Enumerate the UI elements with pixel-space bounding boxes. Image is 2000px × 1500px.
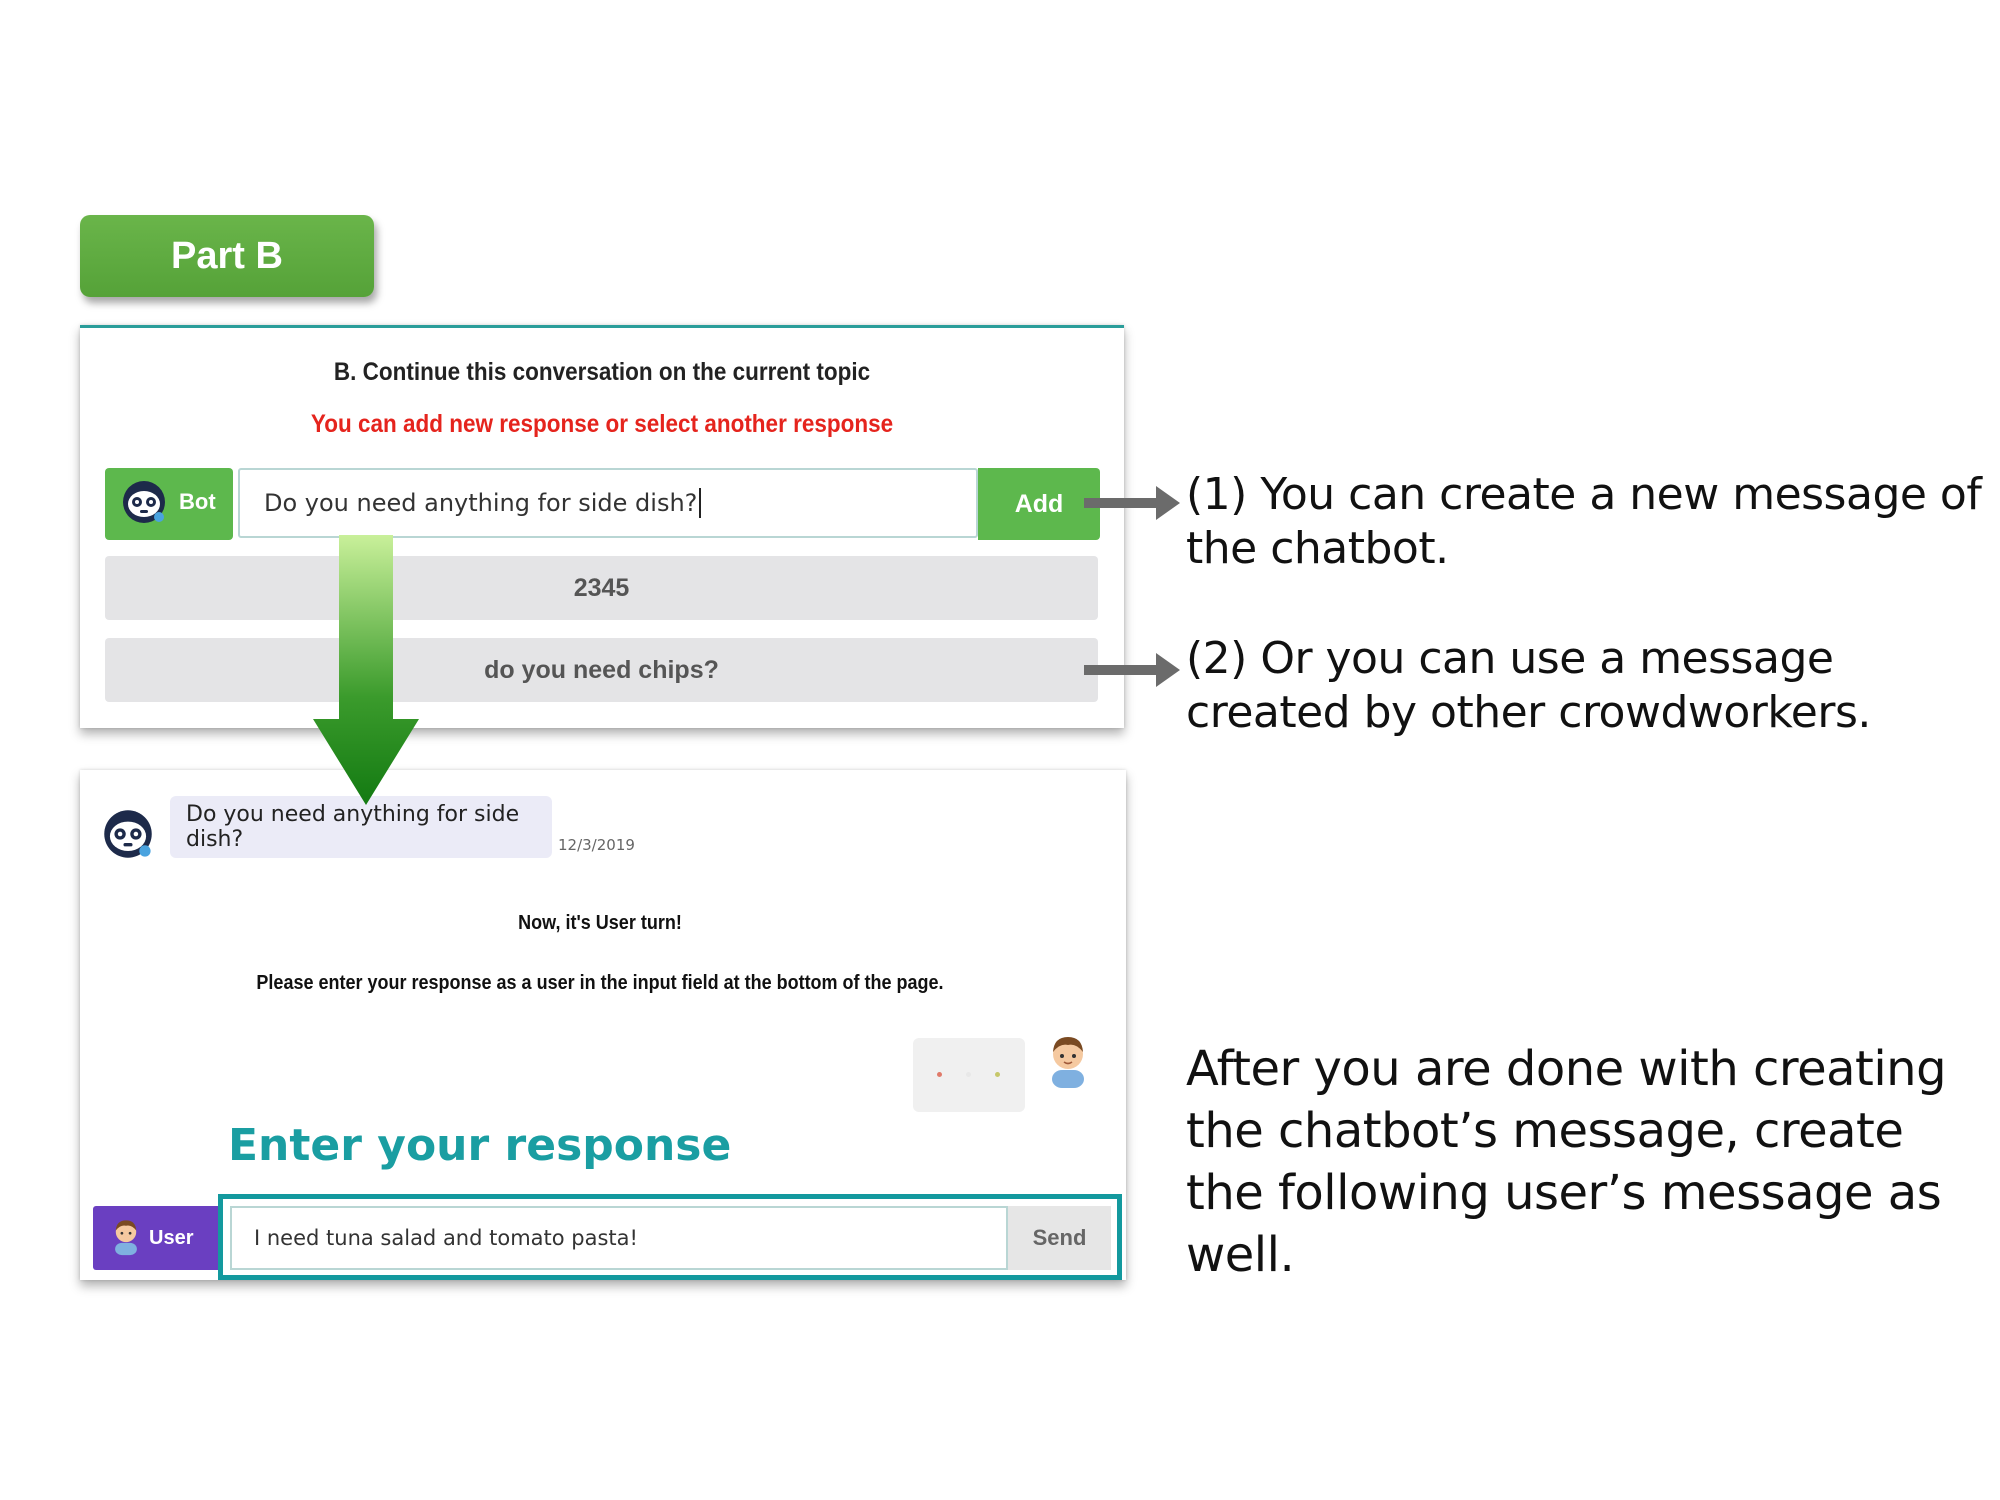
user-response-input[interactable]: I need tuna salad and tomato pasta! — [230, 1206, 1008, 1270]
response-option-2[interactable]: do you need chips? — [105, 638, 1098, 702]
response-creation-panel: B. Continue this conversation on the cur… — [80, 325, 1124, 728]
task-title: B. Continue this conversation on the cur… — [333, 358, 871, 386]
typing-dot — [995, 1072, 1000, 1077]
task-subtitle: You can add new response or select anoth… — [310, 410, 894, 438]
text-caret — [699, 488, 702, 518]
part-b-badge: Part B — [80, 215, 374, 297]
robot-face-icon — [102, 808, 154, 865]
enter-response-label: Enter your response — [228, 1120, 732, 1171]
arrow-right-icon — [1084, 653, 1180, 692]
response-option-1[interactable]: 2345 — [105, 556, 1098, 620]
turn-instruction: Please enter your response as a user in … — [256, 972, 944, 994]
annotation-user-message: After you are done with creating the cha… — [1186, 1041, 1947, 1283]
bot-tag: Bot — [105, 468, 233, 540]
user-face-icon — [1046, 1032, 1090, 1093]
arrow-right-icon — [1084, 486, 1180, 525]
bot-message-input-value: Do you need anything for side dish? — [264, 489, 698, 517]
message-timestamp: 12/3/2019 — [558, 836, 635, 854]
user-tag-label: User — [149, 1226, 194, 1249]
typing-indicator — [913, 1038, 1025, 1112]
typing-dot — [966, 1072, 971, 1077]
robot-face-icon — [121, 479, 167, 530]
turn-title: Now, it's User turn! — [518, 912, 682, 934]
annotation-use-message: (2) Or you can use a message created by … — [1186, 633, 1871, 738]
annotation-create-message: (1) You can create a new message of the … — [1186, 469, 1982, 574]
arrow-down-icon — [313, 535, 419, 810]
add-button[interactable]: Add — [978, 468, 1100, 540]
user-tag: User — [93, 1206, 221, 1270]
chat-panel: Do you need anything for side dish? 12/3… — [80, 770, 1126, 1280]
bot-tag-label: Bot — [179, 489, 216, 514]
send-button[interactable]: Send — [1008, 1206, 1111, 1270]
bot-message-input[interactable]: Do you need anything for side dish? — [238, 468, 978, 538]
user-face-icon — [111, 1216, 141, 1261]
typing-dot — [937, 1072, 942, 1077]
